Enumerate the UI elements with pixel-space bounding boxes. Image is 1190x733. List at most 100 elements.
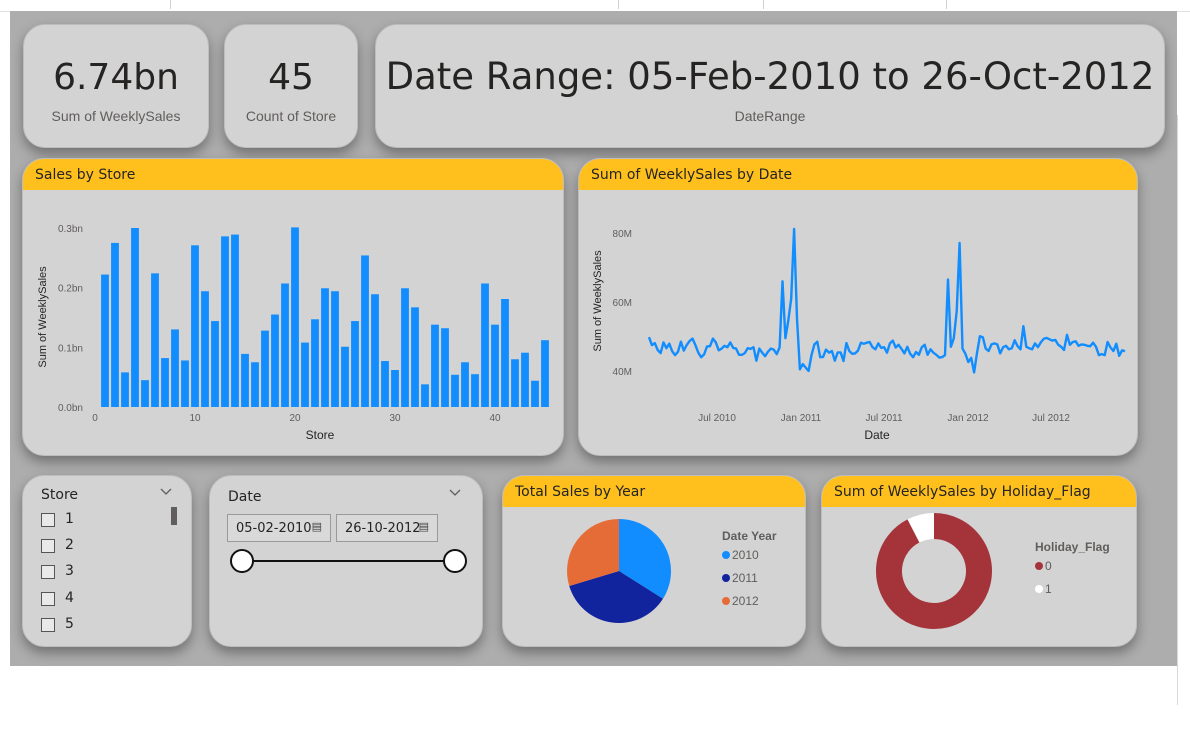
kpi-store-count-value: 45 <box>268 57 314 98</box>
legend-label: 1 <box>1045 582 1052 596</box>
bar[interactable] <box>481 283 489 407</box>
x-tick-label: Jul 2012 <box>1032 413 1070 424</box>
sales-by-year-panel[interactable]: Total Sales by Year Date Year 2010 2011 … <box>502 475 806 647</box>
bar[interactable] <box>111 242 119 407</box>
bar[interactable] <box>521 352 529 407</box>
bar[interactable] <box>171 329 179 407</box>
date-end-value: 26-10-2012 <box>345 521 421 536</box>
store-option-label: 3 <box>65 563 74 579</box>
date-slicer[interactable]: Date 05-02-2010 ▤ 26-10-2012 ▤ <box>209 475 483 647</box>
bar[interactable] <box>231 234 239 407</box>
calendar-icon[interactable]: ▤ <box>419 520 429 533</box>
bar[interactable] <box>511 359 519 407</box>
store-slicer[interactable]: Store 1 2 3 4 5 <box>22 475 192 647</box>
x-tick-label: Jul 2011 <box>865 413 903 424</box>
legend-item-flag-1[interactable]: 1 <box>1035 582 1052 596</box>
date-range-end-handle[interactable] <box>443 549 467 573</box>
bar[interactable] <box>191 245 199 407</box>
kpi-date-range-card[interactable]: Date Range: 05-Feb-2010 to 26-Oct-2012 D… <box>375 24 1165 148</box>
bar[interactable] <box>381 361 389 407</box>
legend-item-flag-0[interactable]: 0 <box>1035 559 1052 573</box>
x-tick-label: 30 <box>389 413 401 424</box>
checkbox[interactable] <box>41 565 55 579</box>
bar[interactable] <box>411 307 419 407</box>
date-range-track[interactable] <box>242 560 454 562</box>
calendar-icon[interactable]: ▤ <box>312 520 322 533</box>
date-end-input[interactable]: 26-10-2012 ▤ <box>336 514 438 542</box>
bar[interactable] <box>281 283 289 407</box>
store-option-label: 1 <box>65 511 74 527</box>
bar[interactable] <box>121 372 129 407</box>
bar[interactable] <box>441 328 449 407</box>
bar[interactable] <box>491 324 499 407</box>
bar[interactable] <box>101 274 109 407</box>
store-slicer-scrollbar[interactable] <box>171 507 177 525</box>
bar[interactable] <box>241 353 249 407</box>
date-start-input[interactable]: 05-02-2010 ▤ <box>227 514 331 542</box>
kpi-store-count-label: Count of Store <box>245 108 337 124</box>
checkbox[interactable] <box>41 592 55 606</box>
y-tick-label: 0.3bn <box>58 224 83 235</box>
chevron-down-icon[interactable] <box>159 484 173 502</box>
bar[interactable] <box>131 228 139 407</box>
sales-line[interactable] <box>647 227 1126 374</box>
bar[interactable] <box>351 321 359 407</box>
bar[interactable] <box>341 346 349 407</box>
bar[interactable] <box>311 319 319 407</box>
bar[interactable] <box>291 227 299 407</box>
bar[interactable] <box>331 291 339 407</box>
chevron-down-icon[interactable] <box>448 485 462 503</box>
date-range-start-handle[interactable] <box>230 549 254 573</box>
checkbox[interactable] <box>41 513 55 527</box>
legend-dot <box>722 574 730 582</box>
sales-by-store-panel[interactable]: Sales by Store 0.0bn 0.1bn 0.2bn 0.3bn 0 10 20… <box>22 158 564 456</box>
bar[interactable] <box>531 380 539 407</box>
legend-item-2011[interactable]: 2011 <box>722 571 758 585</box>
bar[interactable] <box>321 288 329 407</box>
bar[interactable] <box>461 362 469 407</box>
bar[interactable] <box>471 374 479 407</box>
x-tick-label: 10 <box>189 413 201 424</box>
bar[interactable] <box>251 362 259 407</box>
donut-slice-1[interactable] <box>907 513 935 543</box>
bar[interactable] <box>271 314 279 407</box>
bar[interactable] <box>391 370 399 407</box>
bar[interactable] <box>211 321 219 407</box>
date-slicer-title: Date <box>228 489 262 505</box>
bar[interactable] <box>181 360 189 407</box>
sales-by-date-chart[interactable]: 40M 60M 80M Jul 2010 Jan 2011 Jul 2011 Jan 201… <box>579 159 1137 455</box>
legend-item-2010[interactable]: 2010 <box>722 548 759 562</box>
legend-item-2012[interactable]: 2012 <box>722 594 759 608</box>
sales-by-store-chart[interactable]: 0.0bn 0.1bn 0.2bn 0.3bn 0 10 20 30 40 Store Sum of… <box>23 159 563 455</box>
bar[interactable] <box>141 380 149 407</box>
bar[interactable] <box>161 358 169 407</box>
bar[interactable] <box>541 340 549 407</box>
sales-by-holiday-panel[interactable]: Sum of WeeklySales by Holiday_Flag Holid… <box>821 475 1137 647</box>
checkbox[interactable] <box>41 618 55 632</box>
bar[interactable] <box>421 384 429 407</box>
bar[interactable] <box>431 324 439 407</box>
legend-dot <box>722 597 730 605</box>
bar[interactable] <box>501 299 509 407</box>
bar[interactable] <box>301 342 309 407</box>
store-option-label: 2 <box>65 537 74 553</box>
y-tick-label: 80M <box>613 229 632 240</box>
x-axis-title: Store <box>306 428 335 442</box>
bar[interactable] <box>201 291 209 407</box>
sales-by-year-pie[interactable] <box>503 476 805 646</box>
bar[interactable] <box>151 273 159 407</box>
kpi-store-count-card[interactable]: 45 Count of Store <box>224 24 358 148</box>
bar[interactable] <box>451 374 459 407</box>
sales-by-date-panel[interactable]: Sum of WeeklySales by Date 40M 60M 80M Jul … <box>578 158 1138 456</box>
bar[interactable] <box>371 294 379 407</box>
sales-by-holiday-donut[interactable] <box>822 476 1136 646</box>
donut-slice-0[interactable] <box>876 513 992 629</box>
kpi-sales-card[interactable]: 6.74bn Sum of WeeklySales <box>23 24 209 148</box>
bar[interactable] <box>261 330 269 407</box>
legend-dot <box>1035 562 1043 570</box>
bar[interactable] <box>221 236 229 407</box>
kpi-date-range-value: Date Range: 05-Feb-2010 to 26-Oct-2012 <box>385 55 1155 98</box>
bar[interactable] <box>401 288 409 407</box>
bar[interactable] <box>361 255 369 407</box>
checkbox[interactable] <box>41 539 55 553</box>
